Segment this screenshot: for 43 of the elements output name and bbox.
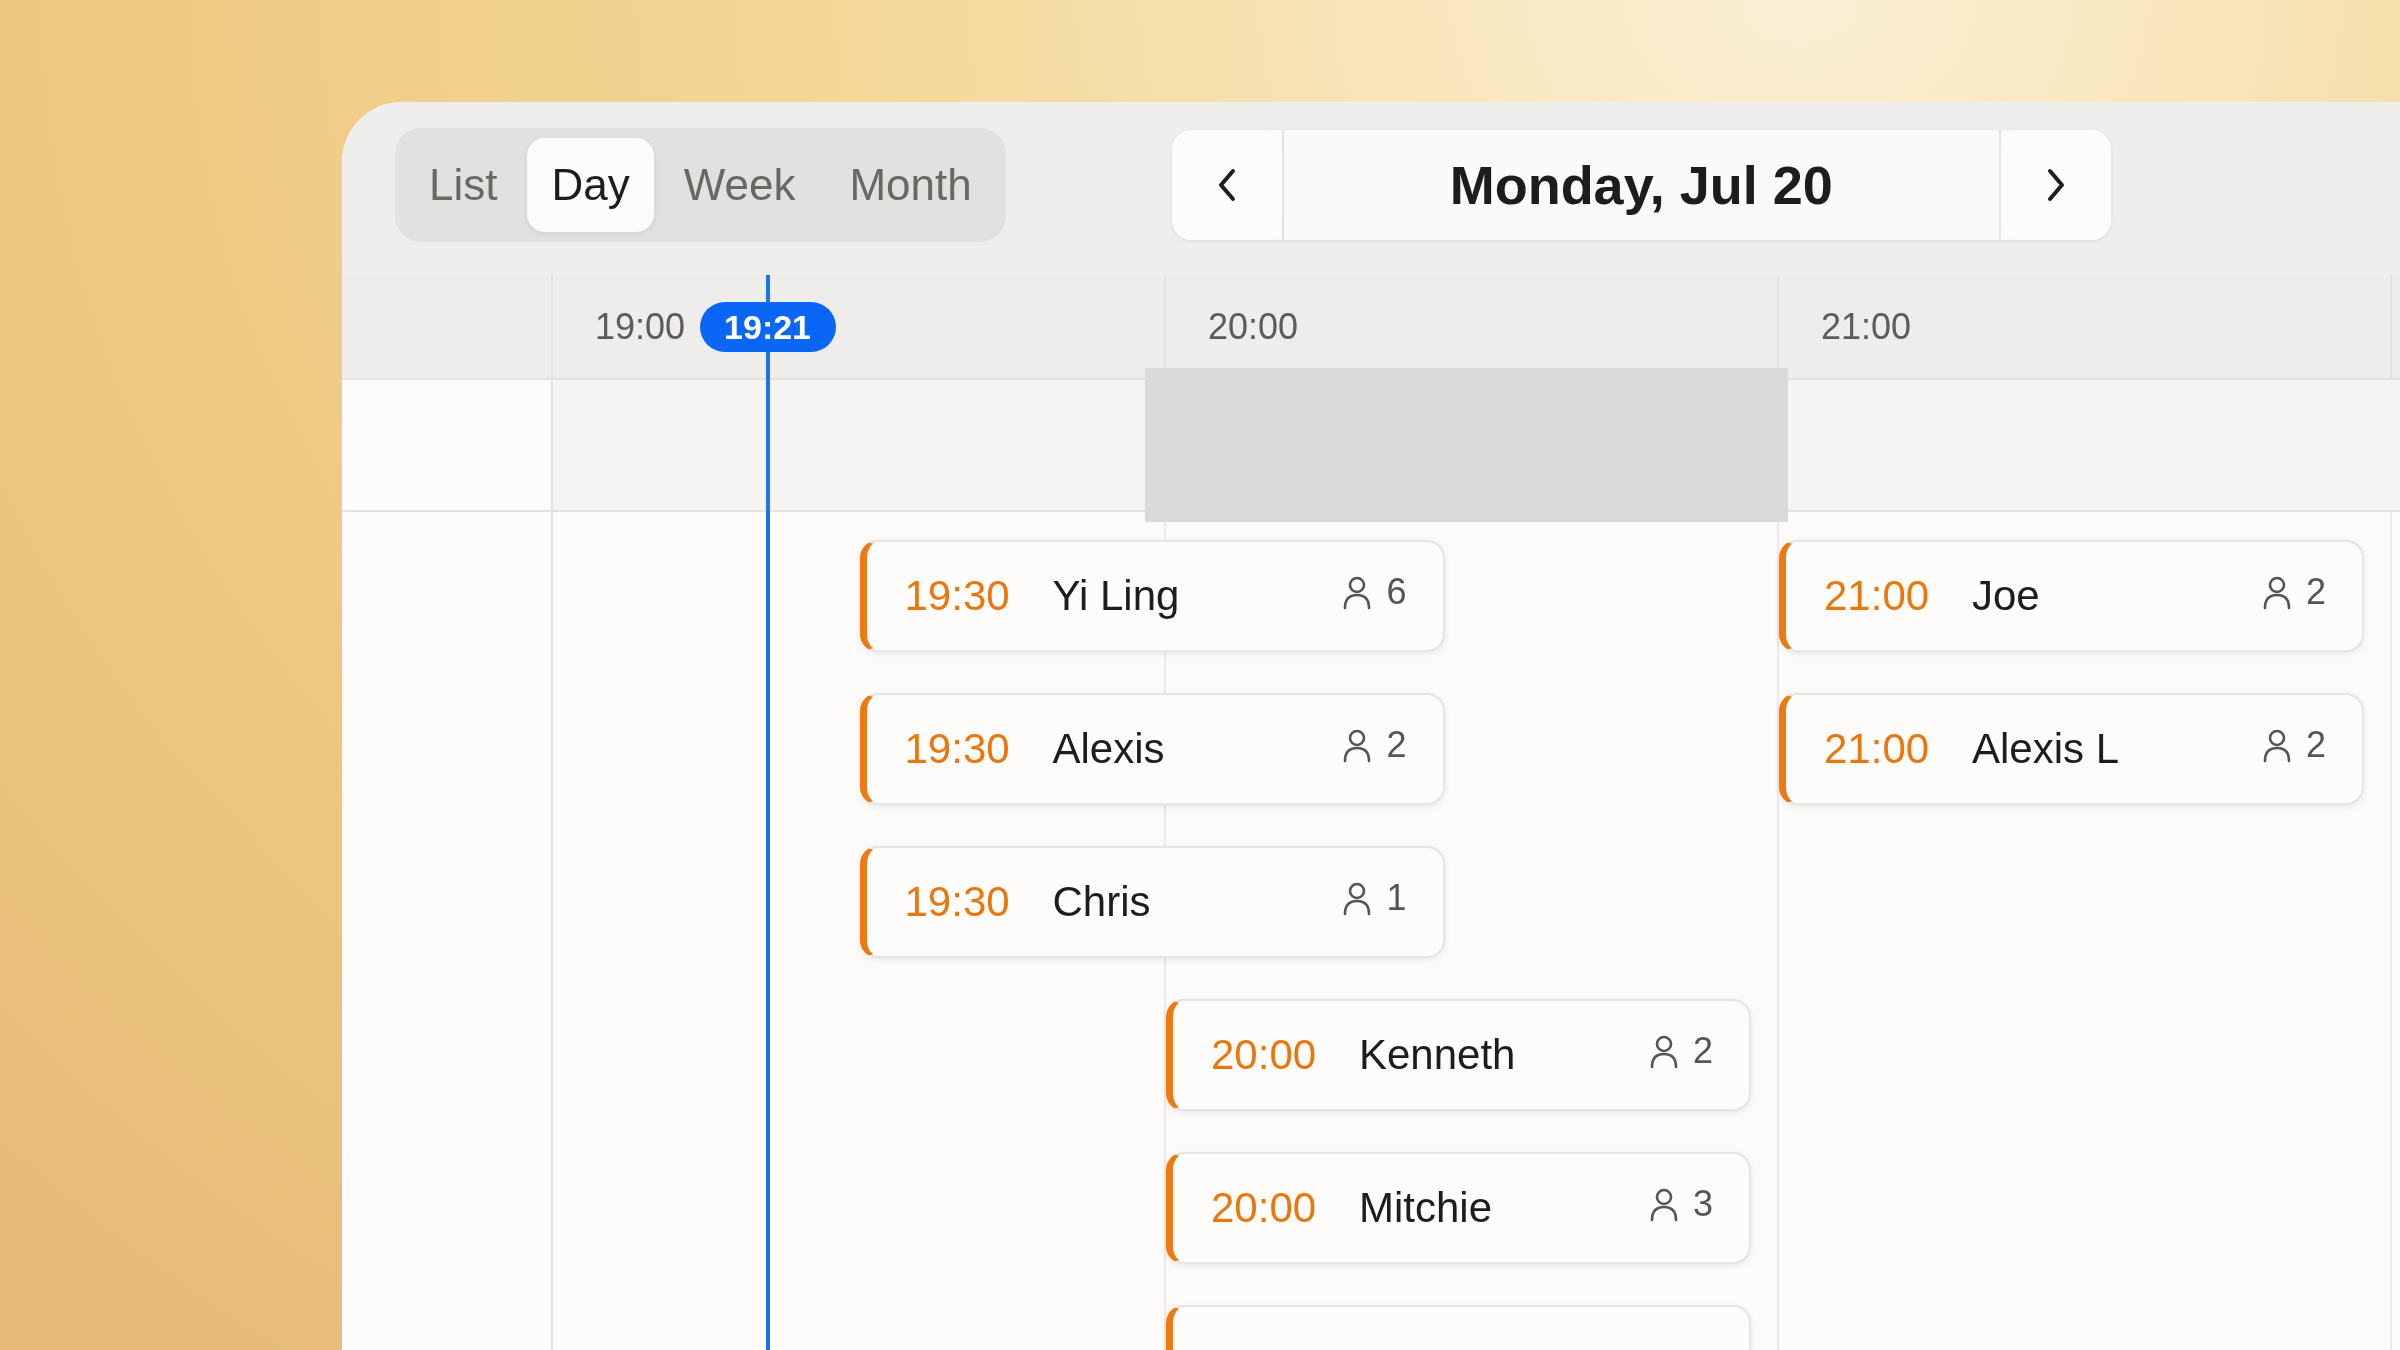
booking-time: 21:00 (1824, 725, 1931, 773)
booking-card[interactable]: 20:00 Mitchie 3 (1166, 1152, 1751, 1264)
person-icon (1342, 882, 1373, 916)
party-size: 2 (1692, 1030, 1713, 1072)
party-size: 3 (1692, 1183, 1713, 1225)
booking-card[interactable]: 20:00 Kenneth 2 (1166, 999, 1751, 1111)
booking-time: 19:30 (904, 572, 1011, 620)
person-icon (2261, 729, 2292, 763)
view-tab[interactable]: List (405, 138, 522, 232)
guest-name: Kenneth (1359, 1031, 1517, 1079)
person-icon (1648, 1188, 1679, 1222)
guest-name: Yi Ling (1052, 572, 1181, 620)
guest-name: Chris (1052, 878, 1152, 926)
person-icon (2261, 576, 2292, 610)
booking-time: 19:30 (904, 725, 1011, 773)
booking-card[interactable]: 21:00 Joe 2 (1779, 540, 2364, 652)
booking-card[interactable]: 19:30 Yi Ling 6 (859, 540, 1445, 652)
current-time-badge: 19:21 (699, 302, 836, 352)
booking-card[interactable]: 19:30 Chris 1 (859, 846, 1445, 958)
party-size: 2 (1386, 724, 1407, 766)
view-tab[interactable]: Week (659, 138, 820, 232)
view-tab[interactable]: Day (527, 138, 654, 232)
guest-name: Joe (1972, 572, 2041, 620)
guest-name: Alexis L (1972, 725, 2121, 773)
view-tab[interactable]: Month (825, 138, 996, 232)
booking-time: 19:30 (904, 878, 1011, 926)
person-icon (1648, 1035, 1679, 1069)
person-icon (1342, 576, 1373, 610)
booking-card[interactable]: 21:00 Alexis L 2 (1779, 693, 2364, 805)
guest-name: Mitchie (1359, 1184, 1494, 1232)
person-icon (1342, 729, 1373, 763)
party-size: 1 (1386, 877, 1407, 919)
booking-time: 20:00 (1211, 1031, 1318, 1079)
booking-card[interactable]: 19:30 Alexis 2 (859, 693, 1445, 805)
hour-label: 21:00 (1821, 305, 1912, 348)
party-size: 6 (1386, 571, 1407, 613)
party-size: 2 (2305, 724, 2326, 766)
hour-label: 20:00 (1208, 305, 1299, 348)
party-size: 2 (2305, 571, 2326, 613)
guest-name: Alexis (1052, 725, 1166, 773)
booking-time: 21:00 (1824, 572, 1931, 620)
booking-time: 20:00 (1211, 1184, 1318, 1232)
hour-label: 19:00 (595, 305, 686, 348)
